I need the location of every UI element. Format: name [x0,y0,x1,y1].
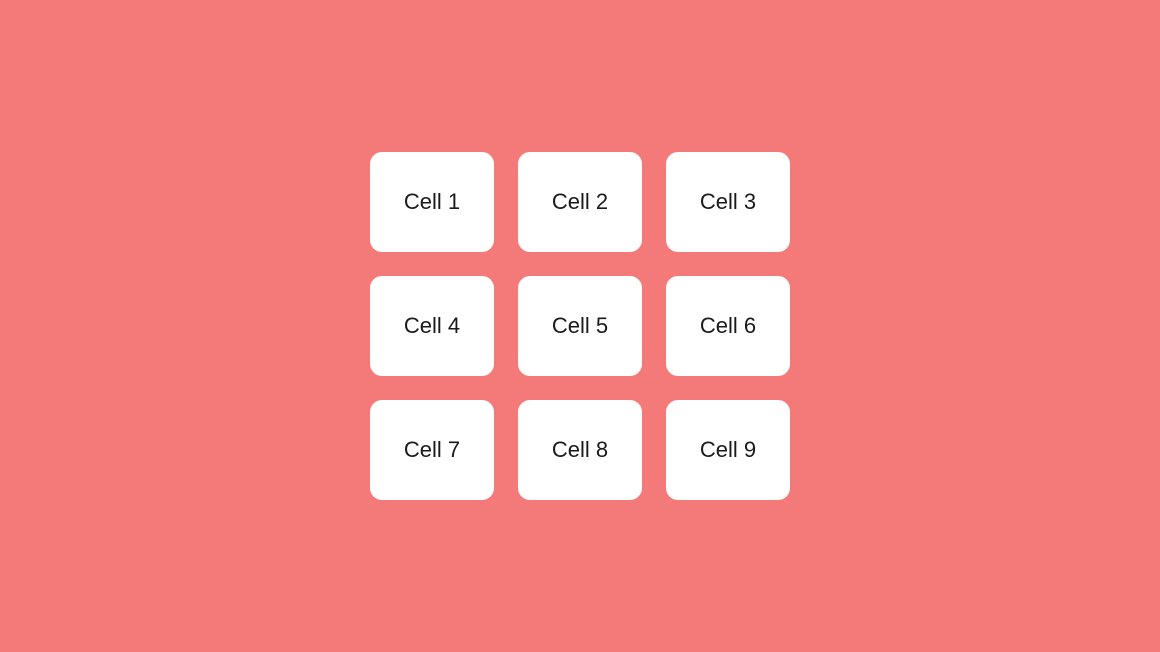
cell-label: Cell 1 [404,189,460,215]
cell-8[interactable]: Cell 8 [518,400,642,500]
cell-5[interactable]: Cell 5 [518,276,642,376]
cell-1[interactable]: Cell 1 [370,152,494,252]
cell-label: Cell 2 [552,189,608,215]
cell-label: Cell 5 [552,313,608,339]
cell-label: Cell 4 [404,313,460,339]
cell-9[interactable]: Cell 9 [666,400,790,500]
cell-label: Cell 3 [700,189,756,215]
cell-label: Cell 7 [404,437,460,463]
cell-label: Cell 9 [700,437,756,463]
cell-7[interactable]: Cell 7 [370,400,494,500]
cell-3[interactable]: Cell 3 [666,152,790,252]
cell-2[interactable]: Cell 2 [518,152,642,252]
cell-4[interactable]: Cell 4 [370,276,494,376]
cell-label: Cell 6 [700,313,756,339]
cell-grid: Cell 1 Cell 2 Cell 3 Cell 4 Cell 5 Cell … [370,152,790,500]
cell-6[interactable]: Cell 6 [666,276,790,376]
cell-label: Cell 8 [552,437,608,463]
